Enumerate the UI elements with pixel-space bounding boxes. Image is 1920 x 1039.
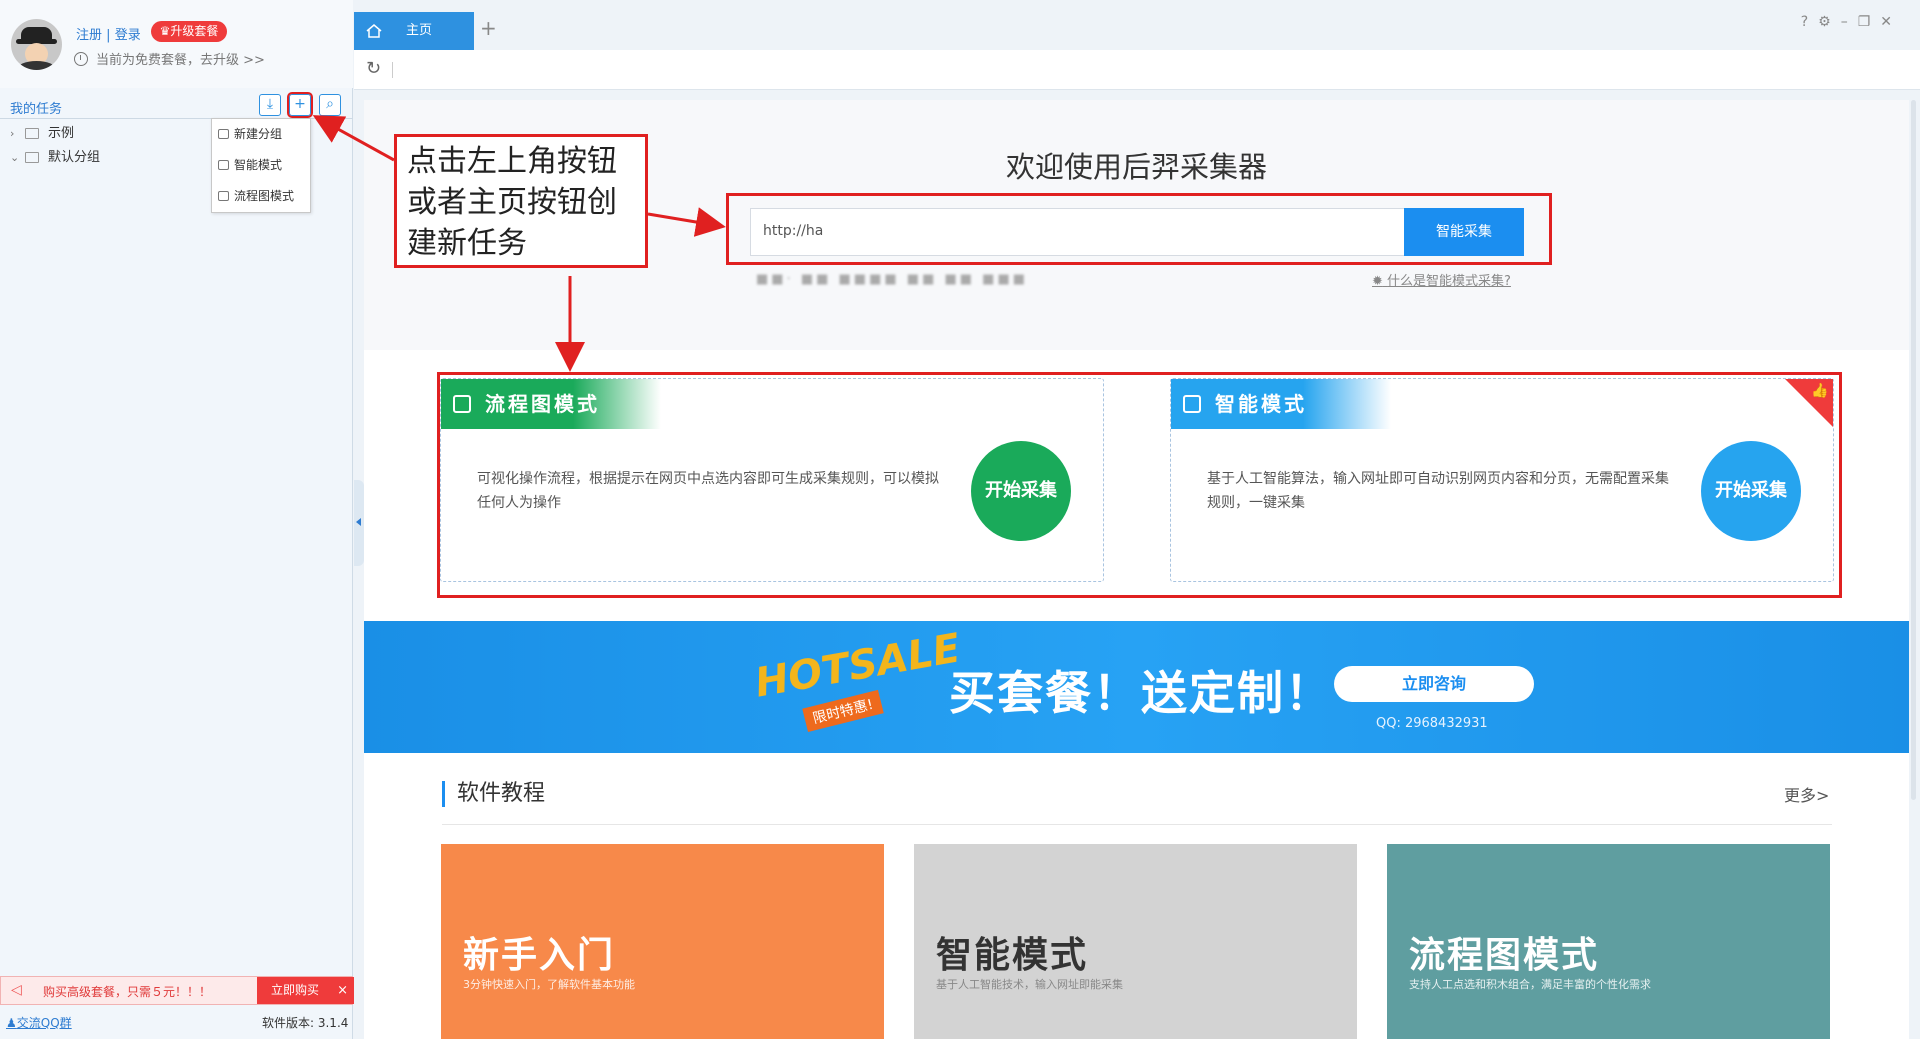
minimize-icon[interactable]: – xyxy=(1841,14,1858,30)
tutorials-more-link[interactable]: 更多> xyxy=(1784,782,1829,806)
tree-item-label: 默认分组 xyxy=(48,150,101,165)
window-controls: ?⚙–❐✕ xyxy=(1801,14,1902,30)
qq-group-label: 交流QQ群 xyxy=(16,1016,72,1030)
tutorial-card-beginner[interactable]: 新手入门 3分钟快速入门，了解软件基本功能 xyxy=(441,844,884,1039)
clock-icon xyxy=(74,52,88,66)
link-separator: | xyxy=(106,28,111,43)
tutorial-card-flowchart[interactable]: 流程图模式 支持人工点选和积木组合，满足丰富的个性化需求 xyxy=(1387,844,1830,1039)
folder-icon xyxy=(25,152,39,163)
register-link[interactable]: 注册 xyxy=(76,28,102,43)
annotation-note: 点击左上角按钮或者主页按钮创建新任务 xyxy=(394,134,648,268)
promo-bar: ◁ 购买高级套餐，只需５元！！！ 立即购买 × xyxy=(0,976,354,1005)
tab-home-label: 主页 xyxy=(406,23,433,38)
tutorial-subtitle: 支持人工点选和积木组合，满足丰富的个性化需求 xyxy=(1409,978,1651,991)
task-bar: 我的任务 ⤓ + ⌕ xyxy=(0,92,353,119)
menu-new-group[interactable]: 新建分组 xyxy=(212,119,310,150)
help-icon[interactable]: ? xyxy=(1801,14,1818,30)
menu-flowchart-mode[interactable]: 流程图模式 xyxy=(212,181,310,212)
browser-toolbar: ↻ xyxy=(354,50,1920,90)
speaker-icon: ◁ xyxy=(11,982,22,998)
import-icon[interactable]: ⤓ xyxy=(259,94,281,116)
qq-icon: ♟ xyxy=(6,1016,17,1030)
smart-mode-help-link[interactable]: ✹ 什么是智能模式采集? xyxy=(1372,270,1511,289)
help-link-label: 什么是智能模式采集? xyxy=(1387,274,1511,289)
settings-icon[interactable]: ⚙ xyxy=(1818,14,1841,30)
flowchart-icon xyxy=(218,191,229,201)
tree-item-label: 示例 xyxy=(48,126,75,141)
login-link[interactable]: 登录 xyxy=(115,28,141,43)
home-icon xyxy=(366,24,382,38)
refresh-icon[interactable]: ↻ xyxy=(366,58,381,79)
robot-icon xyxy=(218,160,229,170)
annotation-box-modes xyxy=(437,372,1842,598)
new-task-menu: 新建分组 智能模式 流程图模式 xyxy=(211,118,311,213)
tutorials-title: 软件教程 xyxy=(442,781,545,807)
tutorial-title: 智能模式 xyxy=(936,935,1089,976)
tab-bar: 主页 + ?⚙–❐✕ xyxy=(354,0,1920,50)
folder-icon xyxy=(25,128,39,139)
sidebar-collapse-handle[interactable] xyxy=(354,480,364,566)
banner-qq: QQ: 2968432931 xyxy=(1376,716,1488,731)
tutorial-subtitle: 基于人工智能技术，输入网址即能采集 xyxy=(936,978,1123,991)
banner-slogan: 买套餐！送定制！ xyxy=(949,666,1333,720)
tutorial-title: 流程图模式 xyxy=(1409,935,1600,976)
software-version: 软件版本: 3.1.4 xyxy=(262,1016,349,1030)
toolbar-divider xyxy=(392,62,393,78)
chevron-right-icon[interactable]: › xyxy=(10,122,14,146)
plan-text: 当前为免费套餐，去升级 >> xyxy=(96,53,265,68)
page-scrollbar[interactable] xyxy=(1911,100,1916,800)
new-tab-button[interactable]: + xyxy=(480,16,497,40)
group-icon xyxy=(218,129,229,139)
annotation-box-url xyxy=(726,193,1552,265)
tab-home[interactable]: 主页 xyxy=(354,12,474,50)
lightbulb-icon: ✹ xyxy=(1372,274,1383,289)
promo-text: 购买高级套餐，只需５元！！！ xyxy=(43,985,212,999)
restore-icon[interactable]: ❐ xyxy=(1858,14,1881,30)
user-area: 注册 | 登录 ♛升级套餐 当前为免费套餐，去升级 >> xyxy=(0,0,353,88)
menu-label: 流程图模式 xyxy=(234,189,295,203)
qq-group-link[interactable]: ♟交流QQ群 xyxy=(6,1014,72,1031)
search-icon[interactable]: ⌕ xyxy=(319,94,341,116)
close-window-icon[interactable]: ✕ xyxy=(1880,14,1902,30)
chevron-down-icon[interactable]: ⌄ xyxy=(10,146,19,170)
buy-now-label: 立即购买 xyxy=(271,983,320,997)
close-icon[interactable]: × xyxy=(337,977,348,1004)
login-links: 注册 | 登录 xyxy=(76,24,141,43)
upgrade-button[interactable]: ♛升级套餐 xyxy=(151,21,227,42)
menu-smart-mode[interactable]: 智能模式 xyxy=(212,150,310,181)
tutorial-title: 新手入门 xyxy=(463,935,616,976)
menu-label: 新建分组 xyxy=(234,127,283,141)
menu-label: 智能模式 xyxy=(234,158,283,172)
example-links[interactable]: ■■· ■■ ■■■■ ■■ ■■ ■■■ xyxy=(756,272,1028,287)
consult-button[interactable]: 立即咨询 xyxy=(1334,666,1534,702)
tutorial-subtitle: 3分钟快速入门，了解软件基本功能 xyxy=(463,978,635,991)
promo-banner[interactable]: HOTSALE 限时特惠! 买套餐！送定制！ 立即咨询 QQ: 29684329… xyxy=(364,621,1909,753)
avatar[interactable] xyxy=(11,19,62,70)
crown-icon: ♛ xyxy=(159,24,171,38)
tutorial-card-smart[interactable]: 智能模式 基于人工智能技术，输入网址即能采集 xyxy=(914,844,1357,1039)
buy-now-button[interactable]: 立即购买 × xyxy=(257,977,354,1004)
upgrade-label: 升级套餐 xyxy=(170,24,219,38)
sidebar: 注册 | 登录 ♛升级套餐 当前为免费套餐，去升级 >> 我的任务 ⤓ + ⌕ … xyxy=(0,0,354,1039)
my-tasks-title: 我的任务 xyxy=(10,102,63,117)
plan-status[interactable]: 当前为免费套餐，去升级 >> xyxy=(74,49,265,68)
tutorials-divider xyxy=(442,824,1832,825)
add-task-icon[interactable]: + xyxy=(287,92,313,118)
